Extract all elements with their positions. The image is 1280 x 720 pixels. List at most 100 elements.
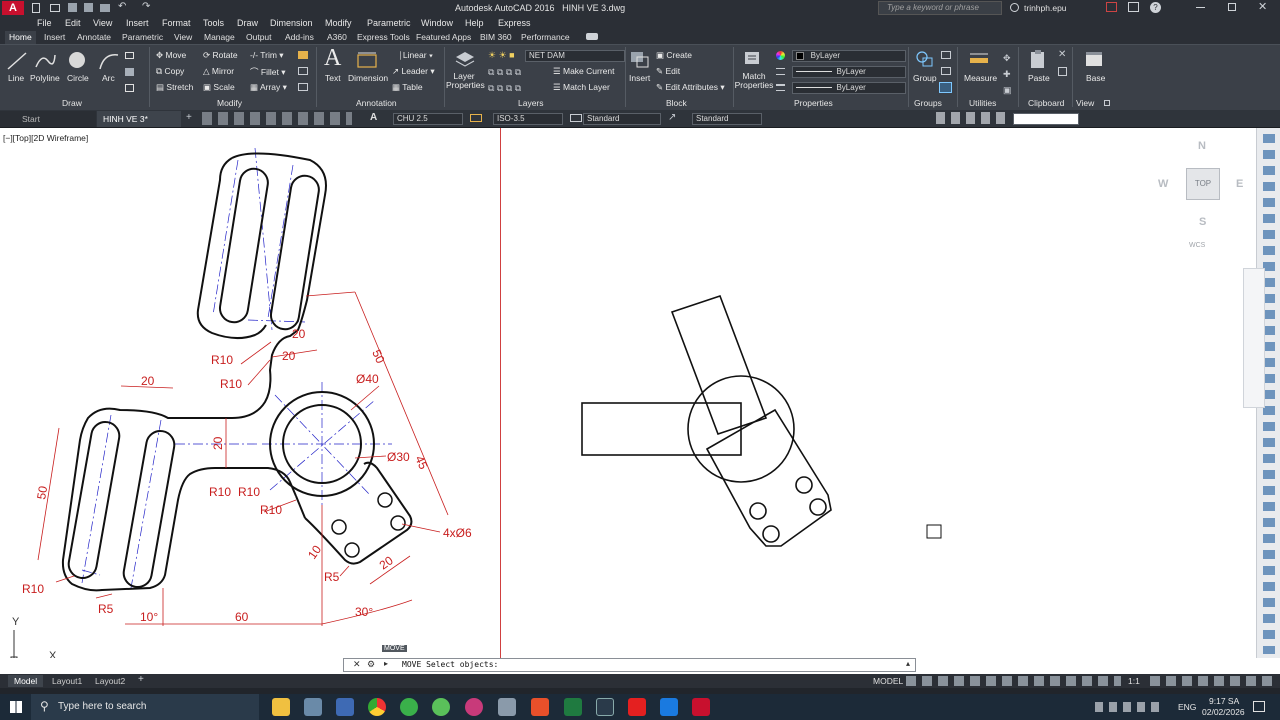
region-icon[interactable] (125, 84, 134, 92)
measure-button[interactable]: Measure (964, 73, 997, 83)
menu-tools[interactable]: Tools (203, 18, 224, 28)
paste-icon[interactable] (1027, 49, 1049, 69)
saveas-icon[interactable] (84, 3, 93, 12)
exchange-icon[interactable] (1106, 2, 1117, 12)
make-current-button[interactable]: ☰ Make Current (553, 66, 615, 77)
menu-file[interactable]: File (37, 18, 52, 28)
match-properties-button[interactable]: Match Properties (734, 72, 774, 90)
paste-button[interactable]: Paste (1028, 73, 1050, 83)
app-icon[interactable] (596, 698, 614, 716)
annotation-scale[interactable]: 1:1 (1128, 676, 1140, 686)
rotate-button[interactable]: ⟳ Rotate (203, 50, 238, 61)
group-icon[interactable] (913, 49, 935, 69)
layer-tools-icons[interactable]: ⧉ ⧉ ⧉ ⧉ (488, 67, 521, 78)
tab-home[interactable]: Home (5, 31, 36, 44)
autocad-taskbar-icon[interactable] (692, 698, 710, 716)
viewcube-south[interactable]: S (1199, 216, 1206, 228)
notification-icon[interactable] (1253, 701, 1265, 712)
lineweight-dropdown[interactable]: ByLayer (792, 82, 906, 94)
array-button[interactable]: ▦ Array ▾ (250, 82, 287, 93)
language-indicator[interactable]: ENG (1178, 702, 1196, 712)
tab-output[interactable]: Output (242, 31, 276, 44)
app-icon[interactable] (336, 698, 354, 716)
tab-layout1[interactable]: Layout1 (46, 675, 88, 687)
circle-button[interactable]: Circle (67, 73, 89, 83)
command-settings-icon[interactable]: ⚙ (367, 659, 375, 670)
insert-button[interactable]: Insert (629, 73, 650, 83)
text-style-dropdown[interactable]: CHU 2.5 (393, 113, 463, 125)
zoom-tools-icons[interactable] (202, 112, 352, 125)
tab-active-file[interactable]: HINH VE 3* (97, 111, 181, 127)
leader-button[interactable]: ↗ Leader ▾ (392, 66, 435, 77)
utilities-panel-label[interactable]: Utilities (969, 98, 996, 108)
view-panel-label[interactable]: View (1076, 98, 1094, 108)
tab-featured-apps[interactable]: Featured Apps (412, 31, 475, 44)
match-properties-icon[interactable] (742, 49, 764, 69)
layers-panel-label[interactable]: Layers (518, 98, 544, 108)
open-icon[interactable] (50, 4, 60, 12)
viewcube[interactable]: N W E S TOP WCS (1146, 134, 1246, 254)
menu-express[interactable]: Express (498, 18, 531, 28)
menu-window[interactable]: Window (421, 18, 453, 28)
tab-insert[interactable]: Insert (40, 31, 69, 44)
new-icon[interactable] (32, 3, 40, 13)
clock-date[interactable]: 02/02/2026 (1202, 707, 1245, 717)
table-button[interactable]: ▦ Table (392, 82, 423, 93)
viewport-left[interactable]: [−][Top][2D Wireframe] 20 20 50 50 20 20… (0, 128, 500, 658)
polyline-icon[interactable] (34, 51, 56, 71)
line-button[interactable]: Line (8, 73, 24, 83)
trim-button[interactable]: -/- Trim ▾ (250, 50, 284, 61)
edit-button[interactable]: ✎ Edit (656, 66, 680, 77)
group-select-icon[interactable] (939, 82, 952, 93)
group-button[interactable]: Group (913, 73, 937, 83)
copy-clip-icon[interactable] (1058, 67, 1067, 76)
dim-style-dropdown[interactable]: ISO-3.5 (493, 113, 563, 125)
hatch-icon[interactable] (125, 68, 134, 76)
offset-icon[interactable] (298, 83, 308, 91)
create-button[interactable]: ▣ Create (656, 50, 692, 61)
workspace-tools-icons[interactable] (936, 112, 1006, 124)
wcs-menu[interactable]: WCS (1189, 242, 1205, 249)
app-icon[interactable] (465, 698, 483, 716)
youtube-icon[interactable] (628, 698, 646, 716)
tab-layout2[interactable]: Layout2 (89, 675, 131, 687)
rectangle-icon[interactable] (125, 52, 134, 59)
circle-icon[interactable] (66, 50, 88, 70)
layer-tools2-icons[interactable]: ⧉ ⧉ ⧉ ⧉ (488, 83, 521, 94)
groups-panel-label[interactable]: Groups (914, 98, 942, 108)
layer-properties-button[interactable]: Layer Properties (446, 72, 485, 90)
viewcube-north[interactable]: N (1198, 140, 1206, 152)
command-close-icon[interactable]: ✕ (353, 659, 361, 670)
viewcube-west[interactable]: W (1158, 178, 1168, 190)
clock-time[interactable]: 9:17 SA (1209, 696, 1239, 706)
status-settings-icons[interactable] (1150, 676, 1276, 686)
text-button[interactable]: Text (325, 73, 341, 83)
viewcube-top-face[interactable]: TOP (1186, 168, 1220, 200)
workspace-dropdown[interactable] (1013, 113, 1079, 125)
layer-properties-icon[interactable] (454, 49, 476, 69)
app-icon[interactable] (432, 698, 450, 716)
draw-panel-label[interactable]: Draw (62, 98, 82, 108)
tab-parametric[interactable]: Parametric (118, 31, 167, 44)
viewcube-east[interactable]: E (1236, 178, 1243, 190)
annotation-panel-label[interactable]: Annotation (356, 98, 397, 108)
menu-format[interactable]: Format (162, 18, 191, 28)
menu-view[interactable]: View (93, 18, 112, 28)
chrome-icon[interactable] (368, 698, 386, 716)
taskbar-search[interactable]: ⚲ Type here to search (31, 694, 259, 720)
arc-button[interactable]: Arc (102, 73, 115, 83)
tab-view[interactable]: View (170, 31, 196, 44)
ribbon-toggle-icon[interactable] (586, 33, 598, 40)
group-edit-icon[interactable] (941, 67, 951, 75)
block-panel-label[interactable]: Block (666, 98, 687, 108)
tab-bim360[interactable]: BIM 360 (476, 31, 516, 44)
panel-expand-icon[interactable] (1104, 100, 1110, 106)
help-search-input[interactable]: Type a keyword or phrase (878, 1, 1002, 15)
signin-icon[interactable] (1010, 3, 1019, 12)
viewport-right[interactable]: N W E S TOP WCS (501, 128, 1256, 658)
brave-icon[interactable] (531, 698, 549, 716)
dimension-button[interactable]: Dimension (348, 73, 388, 83)
model-space-button[interactable]: MODEL (873, 676, 903, 686)
save-icon[interactable] (68, 3, 77, 12)
menu-draw[interactable]: Draw (237, 18, 258, 28)
